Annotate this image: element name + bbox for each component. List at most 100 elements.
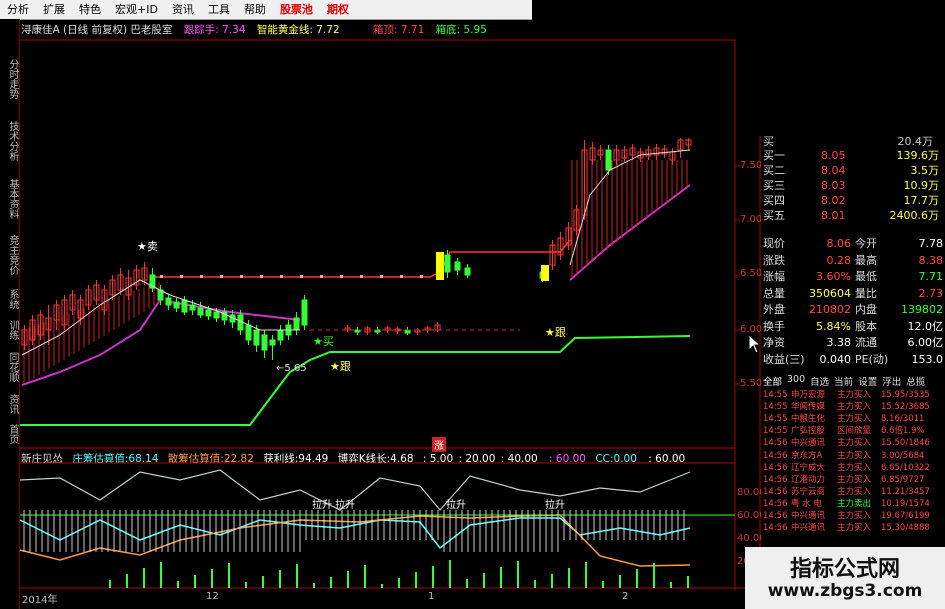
menu-extend[interactable]: 扩展 xyxy=(36,0,72,19)
stat-row: 涨幅 3.60% 最低 7.71 xyxy=(763,270,943,283)
candle-body xyxy=(285,324,292,336)
stock-title[interactable]: 浔康佳A (日线 前复权) 巴老股室 xyxy=(21,24,172,36)
candle-body xyxy=(344,327,351,331)
candle-body xyxy=(685,139,692,146)
level-20-value: : 20.00 xyxy=(458,453,496,465)
trail-line-2 xyxy=(169,301,301,321)
tab-current[interactable]: 当前 xyxy=(834,374,853,388)
tab-all[interactable]: 全部 xyxy=(763,374,782,388)
ma-line-1 xyxy=(21,279,300,356)
menu-tools[interactable]: 工具 xyxy=(201,0,237,19)
stat-row: 换手 5.84% 股本 12.0亿 xyxy=(763,319,943,333)
menu-bar: 分析 扩展 特色 宏观+ID 资讯 工具 帮助 股票池 期权 xyxy=(0,0,532,20)
cc-label: CC: xyxy=(595,453,614,465)
candle-body xyxy=(404,329,411,334)
game-k-value: 4.68 xyxy=(390,453,414,465)
tab-training[interactable]: 训练 xyxy=(1,317,18,343)
date-feb: 2 xyxy=(622,591,629,602)
stat-row: 外盘 210802 内盘 139802 xyxy=(763,303,943,316)
main-chart-header: 浔康佳A (日线 前复权) 巴老股室 跟踪手: 7.34 智能黄金线: 7.72… xyxy=(21,22,487,37)
candle-body xyxy=(539,271,546,279)
tab-float[interactable]: 浮出 xyxy=(882,374,901,388)
candle-body xyxy=(93,284,100,301)
tab-settings[interactable]: 设置 xyxy=(858,374,877,388)
watermark-title: 指标公式网 xyxy=(789,557,900,582)
candle-body xyxy=(77,299,84,319)
box-top-dot xyxy=(400,275,403,278)
tick-row[interactable]: 14:55 广弘控股 区间放量 6.6倍1.9% xyxy=(763,425,941,437)
candle-body xyxy=(661,148,668,155)
candle-body xyxy=(109,279,116,296)
box-top-value: 7.71 xyxy=(400,24,425,36)
tab-fundamentals[interactable]: 基本资料 xyxy=(1,173,18,225)
mouse-cursor-icon xyxy=(748,334,762,354)
tick-row[interactable]: 14:56 辽港动力 主力买入 6.85/9727 xyxy=(763,474,941,486)
tab-overview[interactable]: 总揽 xyxy=(906,374,925,388)
candle-body xyxy=(261,334,268,351)
candle-body xyxy=(29,319,36,341)
tick-row[interactable]: 14:55 华闻传媒 主力买入 15.52/3685 xyxy=(763,401,941,413)
tab-watchlist[interactable]: 自选 xyxy=(810,374,829,388)
menu-info[interactable]: 资讯 xyxy=(165,0,201,19)
tab-intraday[interactable]: 分时走势 xyxy=(1,49,18,109)
retail-line xyxy=(19,514,691,567)
candle-body xyxy=(189,304,196,311)
menu-stock-pool[interactable]: 股票池 xyxy=(273,0,320,19)
candle-body xyxy=(197,307,204,316)
stat-row: 现价 8.06 今开 7.78 xyxy=(763,237,943,250)
tick-row[interactable]: 14:56 粤 水 电主力卖出 10.19/1574 xyxy=(763,498,941,510)
candle-body xyxy=(454,261,461,271)
tab-system[interactable]: 系统 xyxy=(1,285,18,313)
candle-body xyxy=(637,151,644,159)
level-60-value: : 60.00 xyxy=(549,453,586,465)
bid-row: 买四 8.02 17.7万 xyxy=(763,194,939,207)
buy-signal: ★买 xyxy=(313,335,334,348)
tab-tonghuashun[interactable]: 同花顺 xyxy=(1,347,18,387)
candle-body xyxy=(364,327,371,333)
box-top-dot xyxy=(300,275,303,278)
candle-body xyxy=(444,254,451,273)
box-top-dot xyxy=(280,275,283,278)
tick-row[interactable]: 14:55 中粮生化 主力买入 8.16/3011 xyxy=(763,413,941,425)
price-tick-550: 5.50 xyxy=(740,378,763,389)
candle-body xyxy=(424,327,431,331)
dealer-chips-label: 庄筹估算值: xyxy=(72,453,129,465)
tab-technical[interactable]: 技术分析 xyxy=(1,111,18,171)
tracker-value: 7.34 xyxy=(222,24,246,36)
tab-news[interactable]: 资讯 xyxy=(1,391,18,417)
candle-body xyxy=(374,329,381,333)
tick-row[interactable]: 14:56 中兴通讯 主力买入 15.50/1846 xyxy=(763,437,941,449)
menu-options[interactable]: 期权 xyxy=(320,0,356,19)
yellow-candle-2 xyxy=(541,265,549,281)
menu-help[interactable]: 帮助 xyxy=(237,0,273,19)
profit-line-label: 获利线: xyxy=(263,453,299,465)
box-top-dot xyxy=(180,275,183,278)
candle-body xyxy=(677,139,684,151)
tick-row[interactable]: 14:56 中兴通讯 主力买入 19.67/6199 xyxy=(763,510,941,522)
menu-analysis[interactable]: 分析 xyxy=(0,0,36,19)
candle-body xyxy=(669,151,676,161)
menu-feature[interactable]: 特色 xyxy=(72,0,108,19)
tab-300[interactable]: 300 xyxy=(787,374,805,388)
candle-body xyxy=(245,324,252,341)
watermark-url: www.zbgs3.com xyxy=(767,581,923,601)
candle-body xyxy=(597,149,604,156)
tick-row[interactable]: 14:56 中兴通讯 主力买入 15.30/4888 xyxy=(763,522,941,534)
trail-line-3 xyxy=(569,184,691,281)
box-top-label: 箱顶: xyxy=(372,24,398,36)
candle-body xyxy=(85,289,92,306)
tick-row[interactable]: 14:56 苏宁云商 主力买入 11.21/3457 xyxy=(763,486,941,498)
tick-row[interactable]: 14:56 京东方A 主力买入 3.00/5684 xyxy=(763,450,941,462)
tick-row[interactable]: 14:55 申万宏源 主力买入 15.95/3535 xyxy=(763,389,941,401)
tick-row[interactable]: 14:56 辽宁成大 主力买入 6.65/10322 xyxy=(763,462,941,474)
candle-body xyxy=(229,314,236,323)
tab-home[interactable]: 首页 xyxy=(1,421,18,447)
indicator-name[interactable]: 新庄见怂 xyxy=(21,453,63,465)
box-bottom-label: 箱底: xyxy=(435,24,461,36)
tab-auction[interactable]: 竞主竞价 xyxy=(1,229,18,281)
candle-body xyxy=(557,237,564,256)
menu-macro-id[interactable]: 宏观+ID xyxy=(108,0,165,19)
box-top-dot xyxy=(220,275,223,278)
quote-tabs: 全部 300 自选 当前 设置 浮出 总揽 xyxy=(763,374,925,388)
box-top-dot xyxy=(260,275,263,278)
